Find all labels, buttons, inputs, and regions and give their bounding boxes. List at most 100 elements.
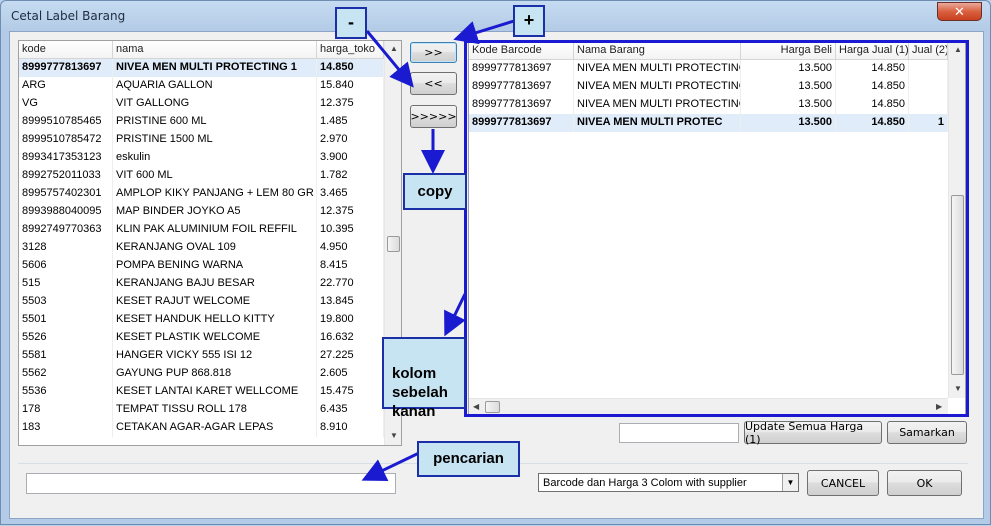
table-cell: MAP BINDER JOYKO A5 <box>113 203 317 221</box>
close-icon: ✕ <box>954 3 965 19</box>
remove-item-button[interactable]: << <box>410 72 457 95</box>
column-header[interactable]: nama <box>113 41 317 59</box>
update-all-prices-button[interactable]: Update Semua Harga (1) <box>744 419 882 446</box>
table-row[interactable]: 8999510785472 PRISTINE 1500 ML 2.970 <box>19 131 384 149</box>
table-cell: 19.800 <box>317 311 384 329</box>
table-row[interactable]: 8993417353123 eskulin 3.900 <box>19 149 384 167</box>
table-row[interactable]: 5606 POMPA BENING WARNA 8.415 <box>19 257 384 275</box>
table-cell: 13.845 <box>317 293 384 311</box>
update-all-prices-label: Update Semua Harga (1) <box>745 419 864 446</box>
table-cell: 4.950 <box>317 239 384 257</box>
table-cell: KERANJANG OVAL 109 <box>113 239 317 257</box>
table-row[interactable]: 8999510785465 PRISTINE 600 ML 1.485 <box>19 113 384 131</box>
table-cell: 5581 <box>19 347 113 365</box>
table-row[interactable]: 5526 KESET PLASTIK WELCOME 16.632 <box>19 329 384 347</box>
table-row[interactable]: 8992749770363 KLIN PAK ALUMINIUM FOIL REF… <box>19 221 384 239</box>
search-input[interactable] <box>26 473 396 494</box>
table-cell: 178 <box>19 401 113 419</box>
table-row[interactable]: 5581 HANGER VICKY 555 ISI 12 27.225 <box>19 347 384 365</box>
table-cell: TEMPAT TISSU ROLL 178 <box>113 401 317 419</box>
table-row[interactable]: 8993988040095 MAP BINDER JOYKO A5 12.375 <box>19 203 384 221</box>
table-row[interactable]: 8995757402301 AMPLOP KIKY PANJANG + LEM 8… <box>19 185 384 203</box>
table-cell: VIT 600 ML <box>113 167 317 185</box>
column-header[interactable]: harga_toko <box>317 41 384 59</box>
product-list[interactable]: kode nama harga_toko 8999777813697 NIVEA ME… <box>18 40 402 446</box>
table-cell: 3.900 <box>317 149 384 167</box>
table-cell: KESET LANTAI KARET WELLCOME <box>113 383 317 401</box>
table-cell: 2.970 <box>317 131 384 149</box>
title-bar: Cetal Label Barang ✕ <box>1 1 990 31</box>
table-cell: 5562 <box>19 365 113 383</box>
table-cell: 8999510785465 <box>19 113 113 131</box>
window-title: Cetal Label Barang <box>11 9 126 23</box>
table-cell: 8999777813697 <box>19 59 113 77</box>
cancel-label: CANCEL <box>820 476 866 490</box>
table-cell: 3.465 <box>317 185 384 203</box>
table-cell: CETAKAN AGAR-AGAR LEPAS <box>113 419 317 437</box>
ok-button[interactable]: OK <box>887 470 962 496</box>
table-cell: KESET RAJUT WELCOME <box>113 293 317 311</box>
table-cell: 5526 <box>19 329 113 347</box>
ok-label: OK <box>916 476 933 490</box>
table-cell: 6.435 <box>317 401 384 419</box>
table-cell: 8995757402301 <box>19 185 113 203</box>
table-cell: 515 <box>19 275 113 293</box>
annotation-search: pencarian <box>417 441 520 477</box>
scroll-thumb[interactable] <box>387 236 400 252</box>
table-cell: 8992752011033 <box>19 167 113 185</box>
table-cell: 2.605 <box>317 365 384 383</box>
cancel-button[interactable]: CANCEL <box>807 470 879 496</box>
table-cell: KLIN PAK ALUMINIUM FOIL REFFIL <box>113 221 317 239</box>
table-row[interactable]: 5501 KESET HANDUK HELLO KITTY 19.800 <box>19 311 384 329</box>
chevron-down-icon[interactable]: ▼ <box>782 474 798 491</box>
table-cell: 5606 <box>19 257 113 275</box>
add-item-label: >> <box>424 46 443 59</box>
table-row[interactable]: 8992752011033 VIT 600 ML 1.782 <box>19 167 384 185</box>
equalize-button[interactable]: Samarkan <box>887 421 967 444</box>
table-row[interactable]: 515 KERANJANG BAJU BESAR 22.770 <box>19 275 384 293</box>
close-button[interactable]: ✕ <box>937 2 982 21</box>
table-row[interactable]: 3128 KERANJANG OVAL 109 4.950 <box>19 239 384 257</box>
scroll-down-icon[interactable]: ▼ <box>390 431 398 440</box>
table-cell: 8992749770363 <box>19 221 113 239</box>
table-cell: 8993417353123 <box>19 149 113 167</box>
annotation-copy-text: copy <box>417 183 453 200</box>
table-cell: 183 <box>19 419 113 437</box>
table-row[interactable]: 178 TEMPAT TISSU ROLL 178 6.435 <box>19 401 384 419</box>
scroll-up-icon[interactable]: ▲ <box>390 44 398 53</box>
table-cell: 8.415 <box>317 257 384 275</box>
table-cell: VIT GALLONG <box>113 95 317 113</box>
table-cell: 8.910 <box>317 419 384 437</box>
table-row[interactable]: 8999777813697 NIVEA MEN MULTI PROTECTING … <box>19 59 384 77</box>
price-input[interactable] <box>619 423 739 443</box>
table-row[interactable]: VG VIT GALLONG 12.375 <box>19 95 384 113</box>
table-cell: 1.485 <box>317 113 384 131</box>
annotation-right-column: kolom sebelah kanan <box>382 337 466 420</box>
table-cell: GAYUNG PUP 868.818 <box>113 365 317 383</box>
table-row[interactable]: 183 CETAKAN AGAR-AGAR LEPAS 8.910 <box>19 419 384 437</box>
table-cell: 14.850 <box>317 59 384 77</box>
remove-item-label: << <box>424 77 443 90</box>
table-cell: 16.632 <box>317 329 384 347</box>
table-row[interactable]: 5536 KESET LANTAI KARET WELLCOME 15.475 <box>19 383 384 401</box>
label-template-select[interactable]: Barcode dan Harga 3 Colom with supplier … <box>538 473 799 492</box>
right-list-highlight <box>464 40 969 417</box>
table-row[interactable]: ARG AQUARIA GALLON 15.840 <box>19 77 384 95</box>
table-cell: PRISTINE 1500 ML <box>113 131 317 149</box>
annotation-plus: + <box>513 5 545 37</box>
add-item-button[interactable]: >> <box>410 42 457 63</box>
table-row[interactable]: 5562 GAYUNG PUP 868.818 2.605 <box>19 365 384 383</box>
copy-all-button[interactable]: >>>>> <box>410 105 457 128</box>
table-cell: KESET HANDUK HELLO KITTY <box>113 311 317 329</box>
table-row[interactable]: 5503 KESET RAJUT WELCOME 13.845 <box>19 293 384 311</box>
annotation-plus-text: + <box>523 10 535 30</box>
table-cell: KESET PLASTIK WELCOME <box>113 329 317 347</box>
equalize-label: Samarkan <box>899 426 955 439</box>
annotation-copy: copy <box>403 173 467 210</box>
table-cell: NIVEA MEN MULTI PROTECTING 1 <box>113 59 317 77</box>
table-cell: eskulin <box>113 149 317 167</box>
column-header[interactable]: kode <box>19 41 113 59</box>
table-cell: KERANJANG BAJU BESAR <box>113 275 317 293</box>
table-cell: 8993988040095 <box>19 203 113 221</box>
table-cell: 15.475 <box>317 383 384 401</box>
